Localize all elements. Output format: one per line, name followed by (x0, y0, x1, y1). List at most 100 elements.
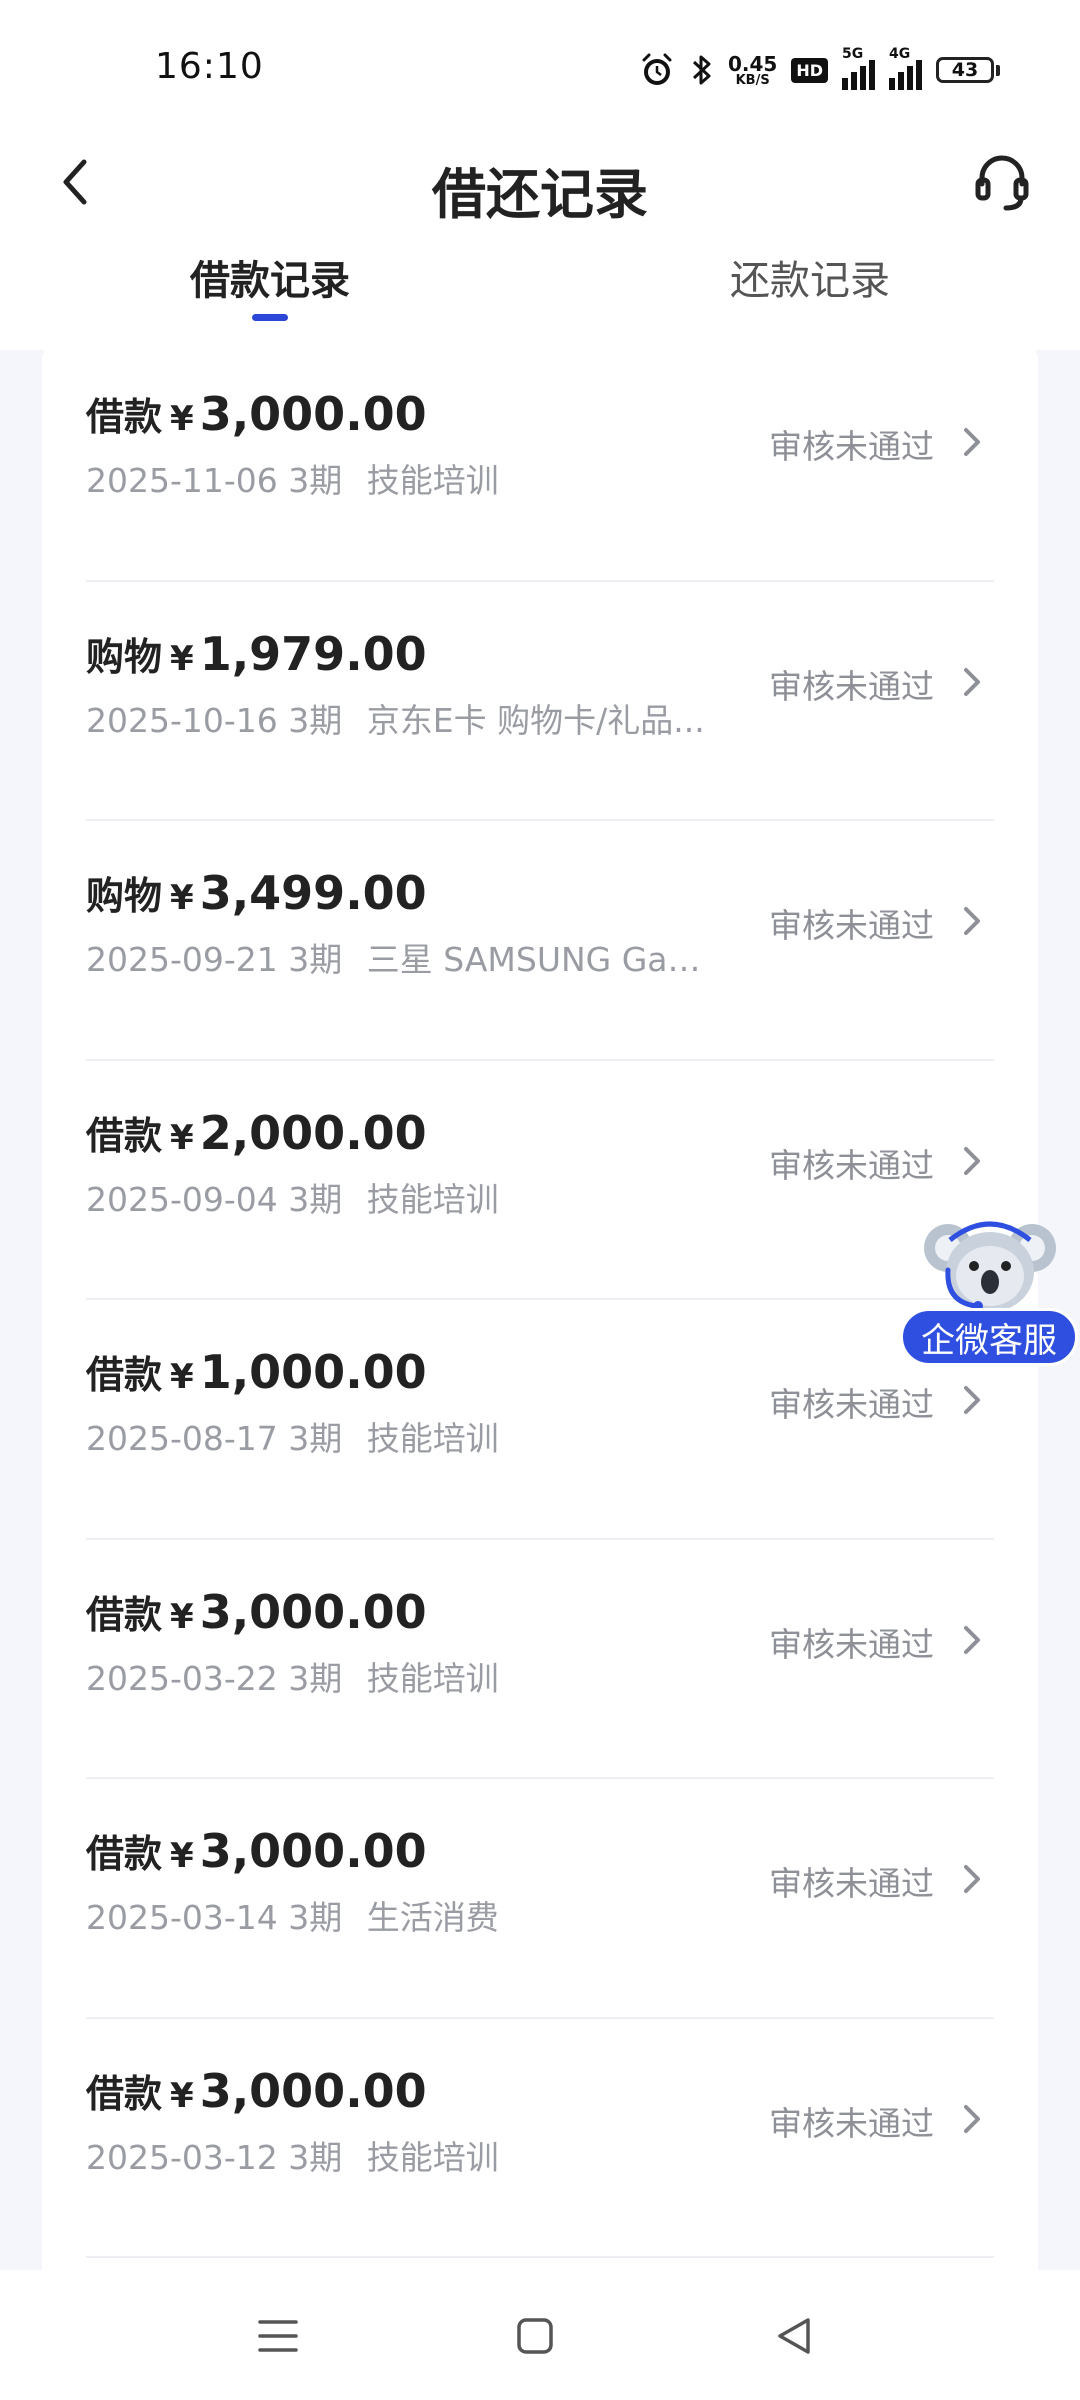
record-term: 3期 (288, 461, 343, 500)
record-amount-line: 借款 ¥ 1,000.00 (86, 1344, 427, 1399)
headset-icon[interactable] (966, 146, 1038, 218)
records-list: 借款 ¥ 3,000.00 2025-11-06 3期 技能培训 审核未通过 购… (42, 342, 1038, 2272)
record-detail: 2025-08-17 3期 技能培训 (86, 1412, 499, 1460)
tab-repay-records[interactable]: 还款记录 (660, 248, 960, 306)
record-amount: 3,499.00 (199, 866, 427, 920)
record-desc: 技能培训 (366, 1419, 499, 1458)
chevron-right-icon (964, 1625, 980, 1654)
record-date: 2025-09-21 (86, 940, 278, 979)
record-amount-line: 借款 ¥ 2,000.00 (86, 1105, 427, 1160)
status-time: 16:10 (155, 46, 264, 87)
chevron-right-icon (964, 667, 980, 696)
record-amount: 1,979.00 (199, 626, 427, 681)
record-desc: 京东E卡 购物卡/礼品... (366, 700, 705, 740)
record-detail: 2025-11-06 3期 技能培训 (86, 454, 499, 502)
tab-active-indicator (252, 314, 288, 321)
koala-mascot-icon (924, 1221, 1056, 1312)
chevron-right-icon (964, 428, 980, 456)
record-desc: 技能培训 (366, 2137, 499, 2177)
record-amount-line: 借款 ¥ 3,000.00 (86, 386, 427, 441)
record-status: 审核未通过 (769, 666, 934, 706)
record-desc: 技能培训 (366, 1658, 499, 1698)
record-item[interactable]: 购物 ¥ 1,979.00 2025-10-16 3期 京东E卡 购物卡/礼品.… (86, 582, 994, 821)
page-title: 借还记录 (432, 163, 648, 226)
record-detail: 2025-09-21 3期 三星 SAMSUNG Galax... (86, 933, 706, 981)
record-desc: 三星 SAMSUNG Galax... (366, 940, 706, 979)
record-item[interactable]: 借款 ¥ 3,000.00 2025-03-12 3期 技能培训 审核未通过 (86, 2019, 994, 2258)
record-date: 2025-09-04 (86, 1179, 278, 1219)
currency-symbol: ¥ (170, 1357, 194, 1397)
chevron-right-icon (964, 1146, 980, 1175)
net-speed-unit: KB/S (735, 72, 770, 88)
currency-symbol: ¥ (170, 1836, 194, 1876)
record-amount-line: 购物 ¥ 3,499.00 (86, 865, 427, 920)
record-kind: 借款 (86, 1113, 163, 1158)
menu-icon[interactable] (248, 2306, 308, 2366)
back-triangle-icon[interactable] (764, 2306, 824, 2366)
status-bar: 16:10 0.45 KB/S HD 5G 4G 43 (0, 0, 1080, 140)
currency-symbol: ¥ (170, 399, 194, 439)
record-detail: 2025-03-12 3期 技能培训 (86, 2131, 499, 2179)
chevron-right-icon (964, 1386, 980, 1414)
record-date: 2025-03-22 (86, 1658, 278, 1698)
record-date: 2025-08-17 (86, 1419, 278, 1458)
record-status: 审核未通过 (769, 427, 934, 466)
tab-borrow-records[interactable]: 借款记录 (120, 248, 420, 306)
record-item[interactable]: 借款 ¥ 3,000.00 2025-03-22 3期 技能培训 审核未通过 (86, 1540, 994, 1779)
net-speed: 0.45 KB/S (728, 54, 777, 87)
record-kind: 借款 (86, 2071, 163, 2116)
signal-5g-label: 5G (842, 46, 864, 62)
signal-5g-icon: 5G (842, 46, 875, 90)
record-item[interactable]: 借款 ¥ 2,000.00 2025-09-04 3期 技能培训 审核未通过 (86, 1061, 994, 1300)
record-amount-line: 购物 ¥ 1,979.00 (86, 626, 427, 681)
net-speed-value: 0.45 (727, 51, 778, 76)
record-amount: 3,000.00 (199, 1824, 427, 1878)
record-kind: 购物 (86, 634, 163, 679)
record-amount: 1,000.00 (199, 1345, 427, 1399)
record-term: 3期 (288, 1658, 343, 1698)
record-term: 3期 (288, 700, 343, 740)
record-item[interactable]: 借款 ¥ 3,000.00 2025-03-14 3期 生活消费 审核未通过 (86, 1779, 994, 2019)
record-item[interactable]: 借款 ¥ 1,000.00 2025-08-17 3期 技能培训 审核未通过 (86, 1300, 994, 1540)
currency-symbol: ¥ (170, 1596, 194, 1637)
signal-4g-icon: 4G (889, 46, 922, 90)
floating-service-label: 企微客服 (900, 1308, 1078, 1366)
battery-icon: 43 (936, 57, 1000, 83)
record-amount: 3,000.00 (199, 2063, 427, 2118)
record-detail: 2025-10-16 3期 京东E卡 购物卡/礼品... (86, 694, 705, 742)
record-kind: 借款 (86, 1832, 163, 1876)
header: 借还记录 借款记录 还款记录 (0, 140, 1080, 350)
hd-icon: HD (791, 57, 828, 83)
chevron-right-icon (964, 1865, 980, 1893)
record-detail: 2025-09-04 3期 技能培训 (86, 1173, 499, 1221)
record-term: 3期 (288, 1898, 343, 1937)
record-amount: 3,000.00 (199, 1584, 427, 1639)
signal-4g-label: 4G (889, 46, 911, 62)
record-status: 审核未通过 (769, 1624, 934, 1664)
chevron-right-icon (964, 907, 980, 935)
home-square-icon[interactable] (505, 2306, 565, 2366)
record-date: 2025-03-12 (86, 2137, 278, 2177)
record-status: 审核未通过 (769, 906, 934, 945)
battery-level: 43 (936, 57, 994, 83)
status-icons: 0.45 KB/S HD 5G 4G 43 (638, 46, 1000, 92)
currency-symbol: ¥ (170, 1117, 194, 1158)
floating-service-button[interactable]: 企微客服 (898, 1210, 1080, 1370)
record-item[interactable]: 购物 ¥ 3,499.00 2025-09-21 3期 三星 SAMSUNG G… (86, 821, 994, 1061)
record-kind: 借款 (86, 395, 163, 439)
alarm-icon (638, 51, 676, 89)
record-kind: 购物 (86, 874, 163, 918)
record-status: 审核未通过 (769, 2103, 934, 2143)
record-desc: 生活消费 (366, 1898, 499, 1937)
record-status: 审核未通过 (769, 1385, 934, 1424)
currency-symbol: ¥ (170, 2075, 194, 2116)
record-item[interactable]: 借款 ¥ 3,000.00 2025-11-06 3期 技能培训 审核未通过 (86, 342, 994, 582)
record-amount: 3,000.00 (199, 387, 427, 441)
record-term: 3期 (288, 1179, 343, 1219)
record-status: 审核未通过 (769, 1145, 934, 1185)
record-amount-line: 借款 ¥ 3,000.00 (86, 1823, 427, 1878)
record-desc: 技能培训 (366, 461, 499, 500)
record-status: 审核未通过 (769, 1864, 934, 1903)
currency-symbol: ¥ (170, 878, 194, 918)
record-term: 3期 (288, 2137, 343, 2177)
